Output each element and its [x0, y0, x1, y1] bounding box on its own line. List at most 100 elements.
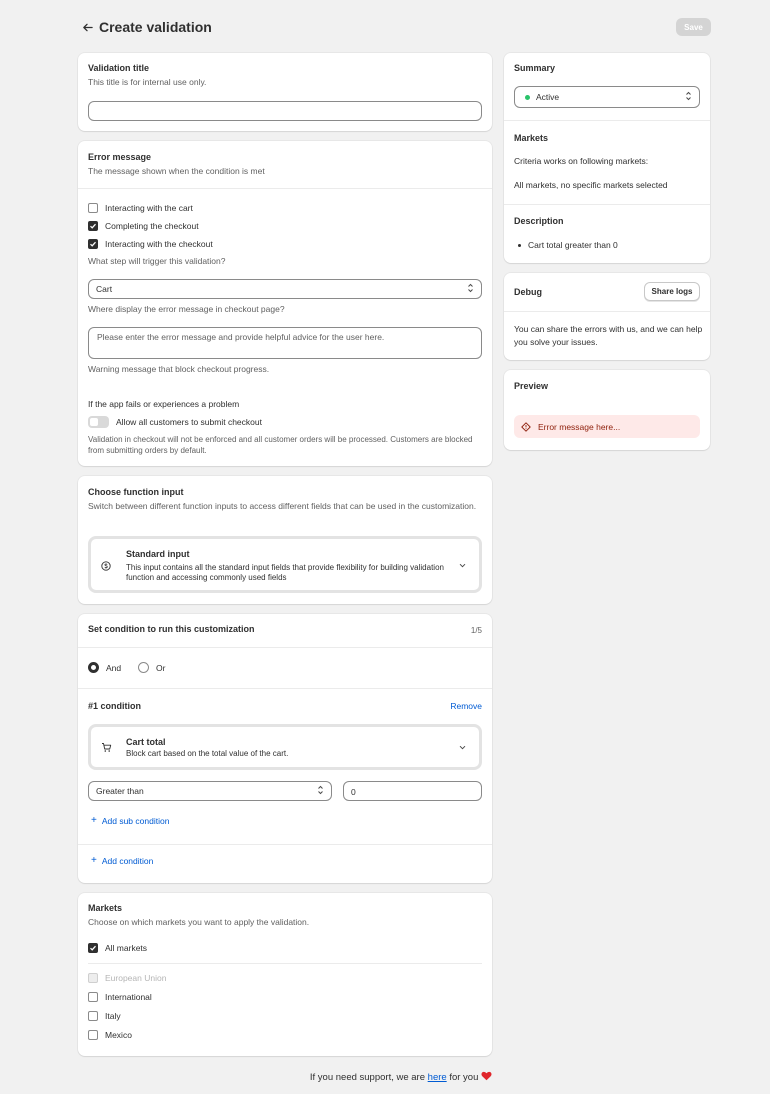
checkbox-icon — [88, 1011, 98, 1021]
summary-markets-line2: All markets, no specific markets selecte… — [514, 180, 668, 190]
display-location-select[interactable]: Cart — [88, 279, 482, 299]
and-label: And — [106, 662, 122, 673]
function-input-heading: Choose function input — [88, 487, 184, 497]
chevron-down-icon — [458, 743, 467, 754]
or-radio[interactable]: Or — [138, 662, 165, 673]
error-message-help: The message shown when the condition is … — [88, 166, 265, 176]
preview-error-banner: Error message here... — [514, 415, 700, 438]
conditions-card: Set condition to run this customization … — [78, 614, 492, 883]
trigger-interacting-checkout-checkbox[interactable]: Interacting with the checkout — [88, 239, 213, 249]
cart-icon — [101, 742, 112, 755]
condition-title: #1 condition — [88, 701, 142, 711]
cart-total-desc: Block cart based on the total value of t… — [126, 749, 289, 758]
save-button[interactable]: Save — [676, 18, 711, 36]
share-logs-button[interactable]: Share logs — [644, 282, 700, 301]
market-european-union-label: European Union — [105, 973, 167, 983]
checkbox-icon — [88, 992, 98, 1002]
radio-icon — [138, 662, 149, 673]
footer-text-after: for you — [449, 1072, 479, 1083]
standard-input-option[interactable]: Standard input This input contains all t… — [88, 536, 482, 593]
toggle-switch-icon — [88, 416, 109, 428]
debug-heading: Debug — [514, 287, 542, 297]
summary-markets-line1: Criteria works on following markets: — [514, 156, 649, 166]
allow-submit-label: Allow all customers to submit checkout — [116, 417, 262, 427]
fail-heading: If the app fails or experiences a proble… — [88, 399, 240, 409]
support-footer: If you need support, we are here for you — [78, 1071, 492, 1084]
page-title: Create validation — [99, 19, 212, 35]
summary-heading: Summary — [514, 63, 556, 73]
add-condition-button[interactable]: + Add condition — [91, 855, 153, 866]
checkbox-icon — [88, 203, 98, 213]
checkbox-checked-icon — [88, 239, 98, 249]
preview-card: Preview Error message here... — [504, 370, 710, 450]
trigger-completing-checkout-checkbox[interactable]: Completing the checkout — [88, 221, 199, 231]
status-select[interactable]: Active — [514, 86, 700, 108]
validation-title-input[interactable] — [88, 101, 482, 121]
alert-diamond-icon — [521, 421, 531, 432]
checkbox-checked-icon — [88, 221, 98, 231]
function-input-help: Switch between different function inputs… — [88, 501, 477, 511]
summary-description-item: Cart total greater than 0 — [518, 240, 618, 250]
or-label: Or — [156, 662, 166, 673]
add-sub-condition-label: Add sub condition — [101, 815, 170, 826]
preview-heading: Preview — [514, 381, 549, 391]
trigger-completing-checkout-label: Completing the checkout — [105, 221, 199, 231]
operator-select[interactable]: Greater than — [88, 781, 332, 801]
allow-submit-toggle[interactable]: Allow all customers to submit checkout — [88, 416, 262, 428]
trigger-cart-label: Interacting with the cart — [105, 203, 193, 213]
trigger-help: What step will trigger this validation? — [88, 256, 226, 266]
footer-text-before: If you need support, we are — [309, 1072, 426, 1083]
summary-description-text: Cart total greater than 0 — [528, 240, 618, 250]
all-markets-checkbox[interactable]: All markets — [88, 943, 147, 953]
summary-markets-heading: Markets — [514, 133, 549, 143]
display-location-value: Cart — [96, 284, 113, 294]
select-chevron-icon — [467, 283, 474, 295]
cart-total-title: Cart total — [126, 737, 166, 747]
market-international-label: International — [105, 992, 152, 1002]
conditions-heading: Set condition to run this customization — [88, 624, 255, 634]
market-italy-checkbox[interactable]: Italy — [88, 1011, 121, 1021]
checkbox-disabled-icon — [88, 973, 98, 983]
market-mexico-checkbox[interactable]: Mexico — [88, 1030, 132, 1040]
bullet-icon — [518, 243, 521, 247]
trigger-cart-checkbox[interactable]: Interacting with the cart — [88, 203, 193, 213]
standard-input-title: Standard input — [126, 549, 190, 559]
page-header: Create validation Save — [78, 14, 711, 40]
market-italy-label: Italy — [105, 1011, 121, 1021]
cart-total-option[interactable]: Cart total Block cart based on the total… — [88, 724, 482, 770]
error-message-heading: Error message — [88, 152, 152, 162]
plus-icon: + — [91, 815, 97, 826]
summary-description-heading: Description — [514, 216, 564, 226]
market-mexico-label: Mexico — [105, 1030, 132, 1040]
debug-text: You can share the errors with us, and we… — [514, 324, 703, 347]
trigger-interacting-checkout-label: Interacting with the checkout — [105, 239, 213, 249]
back-arrow-icon[interactable] — [78, 18, 96, 36]
standard-input-desc: This input contains all the standard inp… — [126, 563, 444, 582]
error-message-textarea[interactable]: Please enter the error message and provi… — [88, 327, 482, 359]
and-radio[interactable]: And — [88, 662, 121, 673]
validation-title-card: Validation title This title is for inter… — [78, 53, 492, 131]
markets-help: Choose on which markets you want to appl… — [88, 917, 310, 927]
remove-condition-link[interactable]: Remove — [450, 701, 482, 711]
support-link[interactable]: here — [428, 1072, 447, 1083]
operator-value: Greater than — [96, 786, 144, 796]
summary-card: Summary Active Markets Criteria works on… — [504, 53, 710, 263]
chevron-down-icon — [458, 561, 467, 572]
validation-title-heading: Validation title — [88, 63, 150, 73]
checkbox-icon — [88, 1030, 98, 1040]
markets-heading: Markets — [88, 903, 123, 913]
select-chevron-icon — [317, 785, 324, 797]
market-international-checkbox[interactable]: International — [88, 992, 152, 1002]
condition-value-input[interactable]: 0 — [343, 781, 482, 801]
function-input-card: Choose function input Switch between dif… — [78, 476, 492, 604]
validation-title-help: This title is for internal use only. — [88, 77, 207, 87]
debug-card: Debug Share logs You can share the error… — [504, 273, 710, 360]
add-sub-condition-button[interactable]: + Add sub condition — [91, 815, 169, 826]
checkbox-checked-icon — [88, 943, 98, 953]
dollar-coin-icon — [101, 561, 111, 573]
status-dot-icon — [525, 94, 530, 100]
all-markets-label: All markets — [105, 943, 148, 953]
display-help: Where display the error message in check… — [88, 304, 285, 314]
preview-error-text: Error message here... — [538, 421, 621, 432]
condition-count: 1/5 — [470, 626, 482, 635]
